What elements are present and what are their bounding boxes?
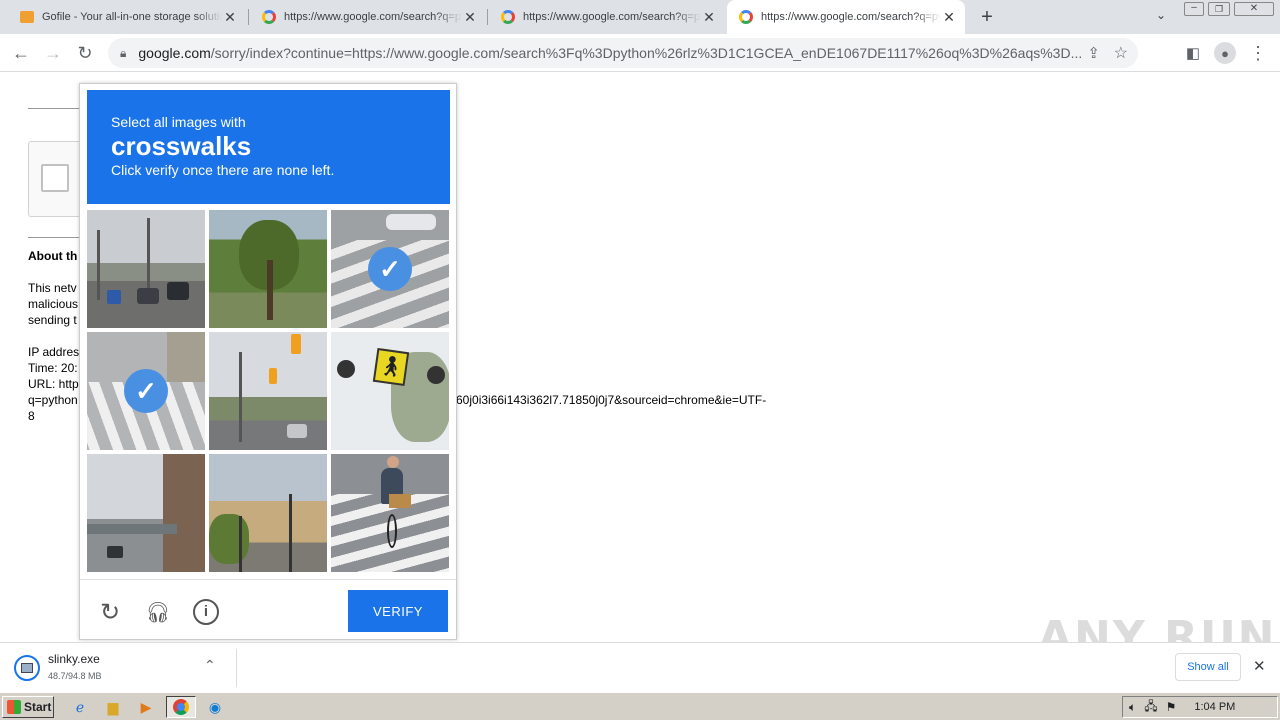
close-icon[interactable]: ✕	[1253, 657, 1266, 675]
captcha-tile-3[interactable]: ✓	[331, 210, 449, 328]
captcha-dialog: Select all images with crosswalks Click …	[79, 83, 457, 640]
reload-icon[interactable]: ↻	[96, 598, 124, 626]
ie-icon[interactable]: ℯ	[70, 697, 90, 717]
side-panel-icon[interactable]: ◧	[1180, 40, 1206, 66]
chevron-up-icon[interactable]: ⌃	[204, 657, 216, 674]
clock[interactable]: 1:04 PM	[1194, 701, 1235, 713]
lock-icon: 🔒︎	[120, 45, 127, 60]
close-icon[interactable]: ✕	[941, 9, 957, 26]
taskbar: Start ℯ ▆ ▶ ◉ 🔈︎ 🖧︎ ⚑ 1:04 PM	[0, 692, 1280, 720]
query-text: q=python	[28, 393, 78, 407]
ip-address-text: IP addres	[28, 345, 80, 359]
divider	[28, 237, 80, 238]
edge-icon[interactable]: ◉	[205, 697, 225, 717]
start-button[interactable]: Start	[2, 696, 54, 718]
forward-arrow-icon[interactable]: →	[40, 40, 66, 66]
tab-google-2[interactable]: https://www.google.com/search?q=python&r…	[489, 0, 725, 34]
captcha-tile-4[interactable]: ✓	[87, 332, 205, 450]
profile-icon[interactable]: ●	[1212, 40, 1238, 66]
media-player-icon[interactable]: ▶	[136, 697, 156, 717]
close-icon[interactable]: ✕	[462, 9, 478, 26]
about-text-1: This netv	[28, 281, 77, 295]
tab-separator	[248, 9, 249, 25]
tab-title: https://www.google.com/search?q=python&r…	[523, 11, 701, 23]
info-icon[interactable]: i	[192, 598, 220, 626]
tab-title: https://www.google.com/search?q=python&r…	[284, 11, 462, 23]
divider	[28, 108, 80, 109]
about-heading: About th	[28, 249, 78, 263]
menu-icon[interactable]: ⋮	[1245, 40, 1271, 66]
url-tail-text: 60j0i3i66i143i362l7.71850j0j7&sourceid=c…	[456, 393, 767, 407]
download-progress: 48.7/94.8 MB	[48, 671, 102, 681]
back-arrow-icon[interactable]: ←	[8, 40, 34, 66]
google-icon	[501, 10, 515, 24]
check-icon: ✓	[368, 247, 412, 291]
about-text-3: sending t	[28, 313, 77, 327]
captcha-instruction: Select all images with	[111, 114, 246, 130]
show-all-button[interactable]: Show all	[1175, 653, 1241, 681]
captcha-tile-5[interactable]	[209, 332, 327, 450]
tab-google-1[interactable]: https://www.google.com/search?q=python&r…	[250, 0, 486, 34]
captcha-keyword: crosswalks	[111, 131, 252, 161]
network-icon[interactable]: 🖧︎	[1144, 697, 1157, 718]
verify-button[interactable]: VERIFY	[348, 590, 448, 632]
recaptcha-widget	[28, 141, 80, 217]
url-end-text: 8	[28, 409, 35, 423]
speaker-icon[interactable]: 🔈︎	[1129, 700, 1136, 715]
tab-separator	[487, 9, 488, 25]
google-icon	[739, 10, 753, 24]
share-icon[interactable]: ⇪	[1087, 44, 1100, 62]
reload-icon[interactable]: ↻	[72, 40, 98, 66]
captcha-tile-9[interactable]	[331, 454, 449, 572]
minimize-icon[interactable]: ‒	[1184, 2, 1204, 16]
time-text: Time: 20:	[28, 361, 78, 375]
captcha-hint: Click verify once there are none left.	[111, 162, 335, 178]
tab-title: https://www.google.com/search?q=python&r…	[761, 11, 941, 23]
recaptcha-checkbox[interactable]	[41, 164, 69, 192]
explorer-icon[interactable]: ▆	[103, 697, 123, 717]
close-icon[interactable]: ✕	[222, 9, 238, 26]
address-bar[interactable]: 🔒︎ google.com/sorry/index?continue=https…	[108, 38, 1138, 68]
tab-gofile[interactable]: Gofile - Your all-in-one storage solutio…	[8, 0, 246, 34]
start-label: Start	[24, 700, 52, 714]
divider	[236, 649, 237, 687]
tab-strip: Gofile - Your all-in-one storage solutio…	[0, 0, 1280, 34]
captcha-tile-8[interactable]	[209, 454, 327, 572]
restore-icon[interactable]: ❐	[1208, 2, 1230, 16]
window-close-icon[interactable]: ✕	[1234, 2, 1274, 16]
captcha-footer-divider	[80, 579, 456, 580]
download-filename[interactable]: slinky.exe	[48, 652, 100, 666]
system-tray: 🔈︎ 🖧︎ ⚑ 1:04 PM	[1122, 696, 1278, 718]
url-path: /sorry/index?continue=https://www.google…	[210, 45, 1083, 61]
captcha-tile-7[interactable]	[87, 454, 205, 572]
download-progress-icon	[14, 655, 40, 681]
close-icon[interactable]: ✕	[701, 9, 717, 26]
download-bar: slinky.exe 48.7/94.8 MB ⌃ Show all ✕	[0, 642, 1280, 692]
captcha-tile-1[interactable]	[87, 210, 205, 328]
tab-search-icon[interactable]: ⌄	[1152, 8, 1170, 26]
new-tab-icon[interactable]: +	[976, 6, 998, 28]
chrome-taskbar-icon[interactable]	[166, 696, 196, 718]
flag-icon[interactable]: ⚑	[1166, 700, 1177, 714]
captcha-header: Select all images with crosswalks Click …	[87, 90, 450, 204]
about-text-2: malicious	[28, 297, 79, 311]
url-label-text: URL: http	[28, 377, 79, 391]
gofile-icon	[20, 11, 34, 23]
captcha-tile-2[interactable]	[209, 210, 327, 328]
tab-google-active[interactable]: https://www.google.com/search?q=python&r…	[727, 0, 965, 34]
url-host: google.com	[138, 45, 211, 61]
captcha-tile-6[interactable]: 🚶︎	[331, 332, 449, 450]
windows-icon	[7, 700, 21, 714]
google-icon	[262, 10, 276, 24]
tab-title: Gofile - Your all-in-one storage solutio…	[42, 11, 222, 23]
headphones-icon[interactable]: 🎧︎	[144, 598, 172, 626]
url-text: google.com/sorry/index?continue=https://…	[138, 45, 1098, 61]
check-icon: ✓	[124, 369, 168, 413]
star-icon[interactable]: ☆	[1114, 43, 1128, 63]
toolbar: ← → ↻ 🔒︎ google.com/sorry/index?continue…	[0, 34, 1280, 72]
